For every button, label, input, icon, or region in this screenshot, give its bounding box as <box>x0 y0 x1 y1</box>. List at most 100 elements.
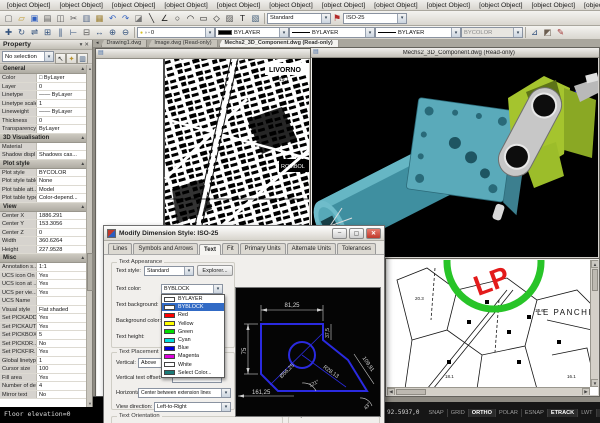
text-icon[interactable]: T <box>236 12 249 25</box>
color-option[interactable]: Red <box>162 311 224 319</box>
scrollbar-thumb[interactable] <box>592 269 598 291</box>
line-icon[interactable]: ╲ <box>145 12 158 25</box>
section-header[interactable]: Misc ▴ <box>0 254 87 263</box>
property-value[interactable]: 1 <box>37 356 87 364</box>
status-toggle[interactable]: ESNAP <box>522 408 548 417</box>
property-value[interactable]: 1:1 <box>37 263 87 271</box>
section-header[interactable]: General ▴ <box>0 65 87 74</box>
menu-item[interactable]: [object Object] <box>213 0 264 11</box>
property-value[interactable]: Flat shaded <box>37 305 87 313</box>
menu-item[interactable]: [object Object] <box>318 0 369 11</box>
polygon-icon[interactable]: ◇ <box>210 12 223 25</box>
menu-item[interactable]: [object Object] <box>265 0 316 11</box>
property-value[interactable]: Yes <box>37 348 87 356</box>
dim-style-flag-icon[interactable]: ⚑ <box>333 13 341 24</box>
scroll-up-icon[interactable]: ▲ <box>87 65 93 72</box>
color-option[interactable]: Yellow <box>162 320 224 328</box>
image-icon[interactable]: ▧ <box>249 12 262 25</box>
scroll-down-icon[interactable]: ▼ <box>87 400 93 407</box>
section-header[interactable]: Plot style ▴ <box>0 159 87 169</box>
view-direction-select[interactable]: Left-to-Right ▾ <box>154 402 231 412</box>
property-value[interactable]: 0 <box>37 116 87 124</box>
property-value[interactable]: 4 <box>37 382 87 390</box>
rotate-icon[interactable]: ↻ <box>15 26 28 39</box>
section-header[interactable]: 3D Visualisation ▴ <box>0 133 87 143</box>
layer-combo[interactable]: ● ◑ ▪ 0 ▾ <box>137 27 215 38</box>
property-value[interactable]: Yes <box>37 314 87 322</box>
property-value[interactable]: None <box>37 177 87 185</box>
horizontal-select[interactable]: Center between extension lines ▾ <box>138 388 231 398</box>
circle-icon[interactable]: ○ <box>171 12 184 25</box>
zoom-out-icon[interactable]: ⊖ <box>119 26 132 39</box>
lp-map-window[interactable]: 20.3 14.6 18.1 16.1 LP LE PANCHI ▲ ▼ ◀ ▶ <box>385 258 600 397</box>
lineweight-combo[interactable]: BYLAYER ▾ <box>375 27 461 38</box>
explorer-button[interactable]: Explorer... <box>197 265 233 276</box>
scrollbar-thumb[interactable] <box>396 389 426 395</box>
color-option[interactable]: Blue <box>162 344 224 352</box>
dialog-tab[interactable]: Symbols and Arrows <box>133 243 199 254</box>
property-value[interactable]: Model <box>37 185 87 193</box>
dim-style-combo[interactable]: ISO-25 ▾ <box>343 12 408 24</box>
status-toggle[interactable]: LWT <box>578 408 597 417</box>
property-value[interactable]: Color-depend... <box>37 194 87 202</box>
property-value[interactable] <box>37 142 87 150</box>
color-option[interactable]: White <box>162 361 224 369</box>
dialog-tab[interactable]: Alternate Units <box>286 243 336 254</box>
polyline-icon[interactable]: ∠ <box>158 12 171 25</box>
color-option[interactable]: BYLAYER <box>162 295 224 303</box>
scrollbar-thumb[interactable] <box>87 253 93 292</box>
property-value[interactable] <box>37 297 87 305</box>
color-option[interactable]: Magenta <box>162 352 224 360</box>
linetype-combo[interactable]: BYLAYER ▾ <box>289 27 375 38</box>
dialog-tab[interactable]: Primary Units <box>239 243 286 254</box>
scroll-up-icon[interactable]: ▲ <box>591 260 598 268</box>
close-button[interactable]: ✕ <box>366 227 381 239</box>
property-value[interactable]: Yes <box>37 271 87 279</box>
status-toggle[interactable]: ORTHO <box>468 408 496 417</box>
text-style-select[interactable]: Standard ▾ <box>144 266 194 276</box>
dialog-tab[interactable]: Text <box>199 244 221 255</box>
scroll-right-icon[interactable]: ▶ <box>582 388 590 395</box>
menu-item[interactable]: [object Object] <box>370 0 421 11</box>
trim-icon[interactable]: ⊢ <box>67 26 80 39</box>
selection-combo[interactable]: No selection ▾ <box>2 51 54 62</box>
color-option[interactable]: Select Color... <box>162 369 224 377</box>
quick-select-icon[interactable]: ✦ <box>66 53 77 64</box>
component-window-titlebar[interactable]: ▤ Mechs2_3D_Component.dwg (Read-only) <box>311 48 599 58</box>
property-value[interactable]: No <box>37 339 87 347</box>
dialog-tab[interactable]: Lines <box>108 243 133 254</box>
status-toggle[interactable]: POLAR <box>496 408 522 417</box>
property-value[interactable]: □ ByLayer <box>37 74 87 82</box>
dialog-tab[interactable]: Tolerances <box>337 243 377 254</box>
lp-vertical-scrollbar[interactable]: ▲ ▼ <box>590 260 598 387</box>
property-value[interactable]: Yes <box>37 373 87 381</box>
color-option[interactable]: BYBLOCK <box>162 303 224 312</box>
property-value[interactable]: Shadows cas... <box>37 151 87 159</box>
copy-icon[interactable]: ▥ <box>80 12 93 25</box>
property-value[interactable]: Yes <box>37 322 87 330</box>
paste-icon[interactable]: ▦ <box>93 12 106 25</box>
lp-horizontal-scrollbar[interactable]: ◀ ▶ <box>387 387 590 395</box>
document-tab[interactable]: Image.dwg (Read-only) <box>148 40 218 47</box>
property-scrollbar[interactable]: ▲ ▼ <box>86 65 93 407</box>
dialog-tab[interactable]: Fit <box>221 243 239 254</box>
property-value[interactable]: —— ByLayer <box>37 108 87 116</box>
property-value[interactable]: 153.3056 <box>37 220 87 228</box>
document-tab[interactable]: Mechs2_3D_Component.dwg (Read-only) <box>218 40 339 47</box>
hatch-icon[interactable]: ▨ <box>223 12 236 25</box>
menu-item[interactable]: [object Object] <box>423 0 474 11</box>
ucs-icon[interactable]: ⊿ <box>528 26 541 39</box>
maximize-button[interactable]: ▢ <box>349 227 364 239</box>
menu-item[interactable]: [object Object] <box>3 0 54 11</box>
redo-icon[interactable]: ↷ <box>119 12 132 25</box>
status-toggle[interactable]: MODEL <box>596 408 600 417</box>
undo-icon[interactable]: ↶ <box>106 12 119 25</box>
new-file-icon[interactable]: ▢ <box>2 12 15 25</box>
text-color-select[interactable]: BYBLOCK ▾ <box>161 284 223 294</box>
property-value[interactable]: 5 <box>37 331 87 339</box>
status-toggle[interactable]: SNAP <box>426 408 448 417</box>
property-value[interactable]: 0 <box>37 228 87 236</box>
zoom-in-icon[interactable]: ⊕ <box>106 26 119 39</box>
plot-icon[interactable]: ▤ <box>41 12 54 25</box>
section-header[interactable]: View ▴ <box>0 202 87 212</box>
